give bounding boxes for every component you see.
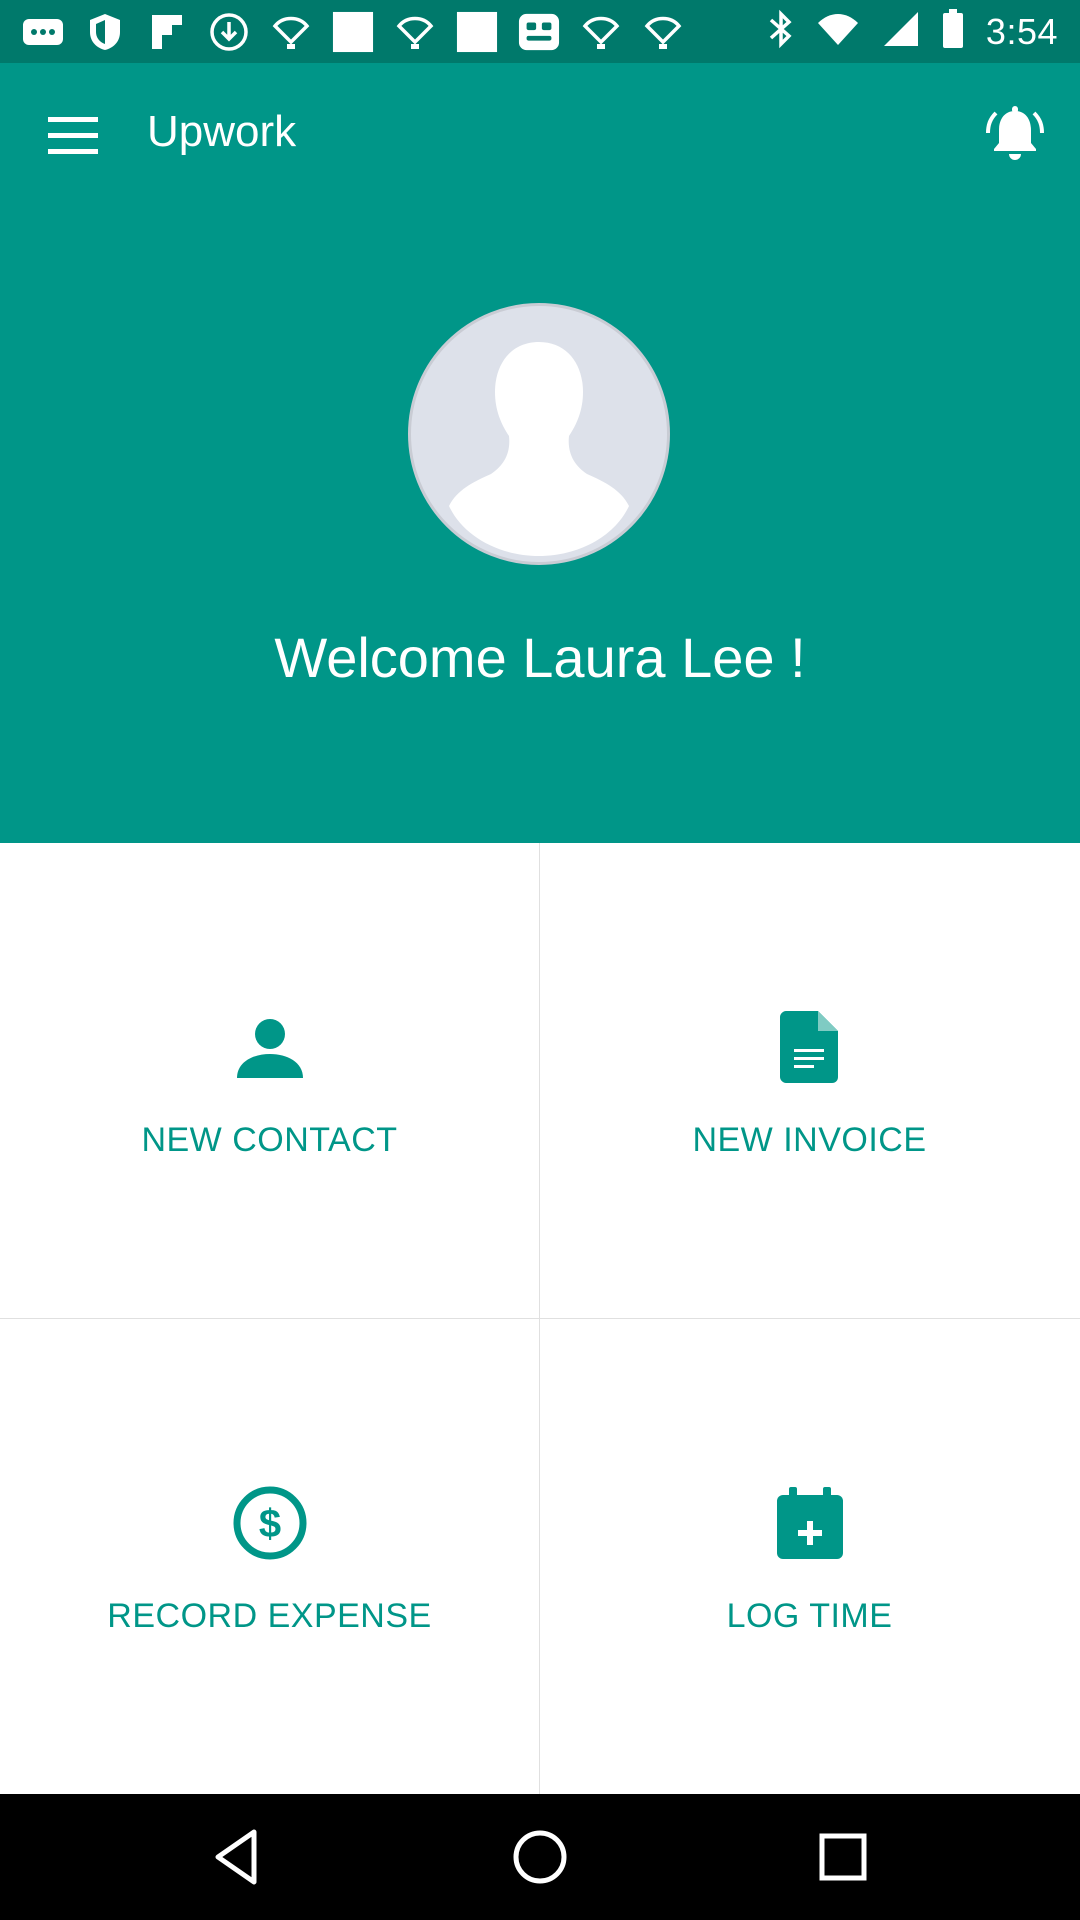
action-grid: NEW CONTACT NEW INVOICE $ RECORD EXPENSE… <box>0 843 1080 1794</box>
bell-icon <box>986 106 1044 160</box>
back-icon <box>215 1829 257 1885</box>
notifications-button[interactable] <box>984 103 1046 165</box>
tile-label: LOG TIME <box>726 1597 893 1635</box>
wifi-icon <box>816 11 860 52</box>
welcome-message: Welcome Laura Lee ! <box>274 626 806 689</box>
menu-button[interactable] <box>46 113 100 159</box>
menu-icon <box>48 117 98 154</box>
location-icon <box>394 11 436 53</box>
app-header: Upwork Welcome Laura Lee ! <box>0 63 1080 843</box>
back-button[interactable] <box>204 1824 270 1890</box>
image-icon <box>456 11 498 53</box>
app-root: 3:54 Upwork Welcome Laura Lee ! NEW CONT… <box>0 0 1080 1920</box>
recents-button[interactable] <box>810 1824 876 1890</box>
log-time-tile[interactable]: LOG TIME <box>540 1319 1079 1794</box>
flipboard-icon <box>146 11 188 53</box>
status-time: 3:54 <box>985 10 1058 52</box>
record-expense-tile[interactable]: $ RECORD EXPENSE <box>0 1319 539 1794</box>
more-notifications-icon <box>22 11 64 53</box>
home-button[interactable] <box>507 1824 573 1890</box>
recents-icon <box>819 1833 867 1881</box>
game-icon <box>518 11 560 53</box>
new-invoice-tile[interactable]: NEW INVOICE <box>540 843 1079 1318</box>
home-icon <box>513 1830 567 1884</box>
tile-label: NEW CONTACT <box>141 1121 398 1159</box>
battery-icon <box>942 9 964 54</box>
person-icon <box>230 1007 310 1087</box>
new-contact-tile[interactable]: NEW CONTACT <box>0 843 539 1318</box>
tile-label: NEW INVOICE <box>692 1121 927 1159</box>
shield-icon <box>84 11 126 53</box>
avatar[interactable] <box>408 303 670 565</box>
location-icon <box>270 11 312 53</box>
system-nav-bar <box>0 1794 1080 1920</box>
location-icon <box>580 11 622 53</box>
calendar-add-icon <box>770 1483 850 1563</box>
app-title: Upwork <box>147 107 297 156</box>
location-icon <box>642 11 684 53</box>
bluetooth-icon <box>768 9 794 54</box>
tile-label: RECORD EXPENSE <box>107 1597 432 1635</box>
dollar-icon: $ <box>230 1483 310 1563</box>
status-left-icons <box>22 11 684 53</box>
profile-placeholder-icon <box>449 342 629 556</box>
download-icon <box>208 11 250 53</box>
document-icon <box>770 1007 850 1087</box>
image-icon <box>332 11 374 53</box>
grid-divider-horizontal <box>0 1318 1080 1319</box>
svg-text:$: $ <box>258 1502 280 1546</box>
status-bar: 3:54 <box>0 0 1080 63</box>
toolbar: Upwork <box>0 63 1080 209</box>
status-right-icons: 3:54 <box>768 0 1058 63</box>
signal-icon <box>882 10 920 53</box>
